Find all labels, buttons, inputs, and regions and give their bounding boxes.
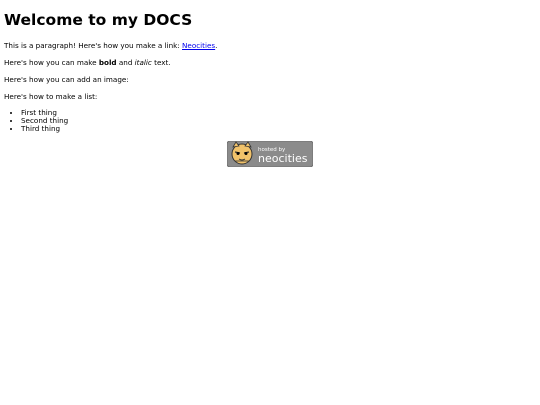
list-item: Third thing	[21, 125, 536, 133]
thing-list: First thing Second thing Third thing	[4, 109, 536, 133]
list-item: Second thing	[21, 117, 536, 125]
hosted-by-neocities-badge[interactable]: hosted by neocities	[227, 141, 313, 167]
italic-text: italic	[134, 58, 152, 67]
paragraph-image: Here's how you can add an image:	[4, 75, 129, 84]
badge-wrapper: hosted by neocities	[4, 141, 536, 167]
paragraph-text: This is a paragraph! Here's how you make…	[4, 41, 183, 50]
list-item: First thing	[21, 109, 536, 117]
paragraph-link: This is a paragraph! Here's how you make…	[4, 41, 536, 50]
neocities-link[interactable]: Neocities	[182, 41, 215, 50]
paragraph-list: Here's how to make a list:	[4, 92, 98, 101]
paragraph-formatting: Here's how you can make bold and italic …	[4, 58, 536, 67]
page: Welcome to my DOCS This is a paragraph! …	[0, 0, 540, 405]
badge-line-2: neocities	[258, 152, 308, 165]
cat-logo-icon	[231, 141, 253, 165]
formatting-text-start: Here's how you can make	[4, 58, 99, 67]
bold-text: bold	[98, 58, 117, 67]
paragraph-period: .	[215, 41, 218, 50]
page-heading: Welcome to my DOCS	[4, 11, 193, 29]
formatting-text-middle: and	[116, 58, 135, 67]
formatting-text-end: text.	[151, 58, 171, 67]
